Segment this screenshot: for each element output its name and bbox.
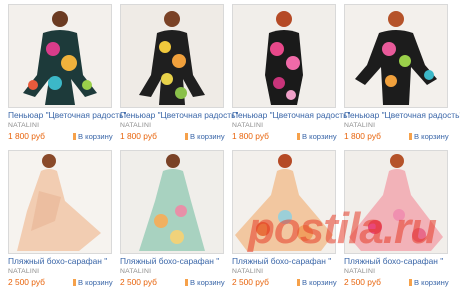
product-photo[interactable] bbox=[8, 150, 112, 254]
brand-label: NATALINI bbox=[344, 122, 376, 129]
product-photo[interactable] bbox=[120, 150, 224, 254]
brand-label: NATALINI bbox=[344, 268, 376, 275]
product-title-link[interactable]: Пеньюар "Цветочная радость" bbox=[8, 110, 126, 121]
price-label: 1 800 руб bbox=[232, 131, 269, 141]
brand-label: NATALINI bbox=[232, 122, 264, 129]
add-to-cart-link[interactable]: В корзину bbox=[73, 131, 119, 142]
cart-icon bbox=[73, 279, 76, 286]
add-to-cart-link[interactable]: В корзину bbox=[185, 277, 231, 288]
brand-label: NATALINI bbox=[120, 268, 152, 275]
brand-label: NATALINI bbox=[8, 268, 40, 275]
add-to-cart-link[interactable]: В корзину bbox=[73, 277, 119, 288]
product-title-link[interactable]: Пляжный бохо-сарафан " bbox=[344, 256, 460, 267]
price-label: 2 500 руб bbox=[232, 277, 269, 287]
product-photo[interactable] bbox=[344, 150, 448, 254]
price-label: 1 800 руб bbox=[344, 131, 381, 141]
robe-open-floral-image bbox=[345, 5, 447, 107]
product-photo[interactable] bbox=[8, 4, 112, 108]
price-label: 1 800 руб bbox=[8, 131, 45, 141]
sundress-pink-floral-image bbox=[345, 151, 447, 253]
product-title-link[interactable]: Пляжный бохо-сарафан " bbox=[232, 256, 350, 267]
cart-icon bbox=[409, 133, 412, 140]
add-to-cart-link[interactable]: В корзину bbox=[409, 131, 455, 142]
price-label: 2 500 руб bbox=[8, 277, 45, 287]
cart-icon bbox=[73, 133, 76, 140]
product-photo[interactable] bbox=[232, 150, 336, 254]
add-to-cart-link[interactable]: В корзину bbox=[409, 277, 455, 288]
product-title-link[interactable]: Пеньюар "Цветочная радость" bbox=[232, 110, 350, 121]
product-title-link[interactable]: Пляжный бохо-сарафан " bbox=[120, 256, 238, 267]
cart-icon bbox=[297, 133, 300, 140]
cart-icon bbox=[185, 133, 188, 140]
price-label: 2 500 руб bbox=[344, 277, 381, 287]
robe-pink-floral-image bbox=[233, 5, 335, 107]
brand-label: NATALINI bbox=[232, 268, 264, 275]
add-to-cart-link[interactable]: В корзину bbox=[297, 277, 343, 288]
product-photo[interactable] bbox=[120, 4, 224, 108]
product-photo[interactable] bbox=[232, 4, 336, 108]
robe-dark-floral-image bbox=[9, 5, 111, 107]
cart-icon bbox=[409, 279, 412, 286]
robe-yellow-floral-image bbox=[121, 5, 223, 107]
product-title-link[interactable]: Пеньюар "Цветочная радость" bbox=[120, 110, 238, 121]
sundress-teal-floral-image bbox=[121, 151, 223, 253]
brand-label: NATALINI bbox=[120, 122, 152, 129]
add-to-cart-link[interactable]: В корзину bbox=[185, 131, 231, 142]
brand-label: NATALINI bbox=[8, 122, 40, 129]
product-title-link[interactable]: Пляжный бохо-сарафан " bbox=[8, 256, 126, 267]
product-photo[interactable] bbox=[344, 4, 448, 108]
price-label: 1 800 руб bbox=[120, 131, 157, 141]
product-title-link[interactable]: Пеньюар "Цветочная радость" bbox=[344, 110, 460, 121]
sundress-orange-floral-image bbox=[233, 151, 335, 253]
cart-icon bbox=[185, 279, 188, 286]
cart-icon bbox=[297, 279, 300, 286]
add-to-cart-link[interactable]: В корзину bbox=[297, 131, 343, 142]
price-label: 2 500 руб bbox=[120, 277, 157, 287]
sundress-peach-image bbox=[9, 151, 111, 253]
